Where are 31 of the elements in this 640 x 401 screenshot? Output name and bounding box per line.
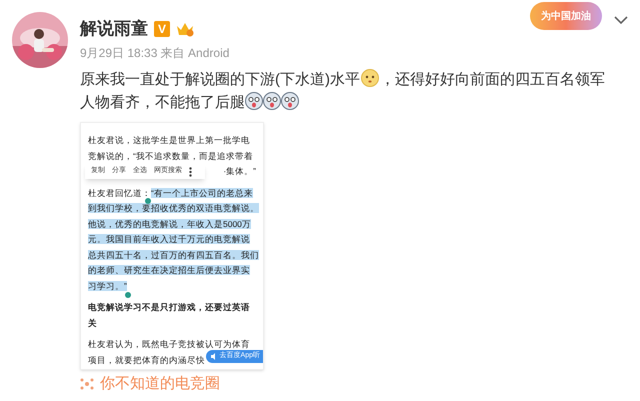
dog-face-icon [263,92,281,110]
article-text: 杜友君说，这批学生是世界上第一批学电 [88,135,250,145]
selection-handle[interactable] [145,198,151,204]
speaker-icon [210,353,218,360]
article-text: 元。我国目前年收入过千万元的电竞解说 [88,234,250,244]
sparkle-icon [80,377,94,392]
post-timestamp: 9月29日 18:33 来自 Android [80,45,230,61]
article-text: ·集体。” [223,166,256,176]
post-text: 原来我一直处于解说圈的下游(下水道)水平 ，还得好好向前面的四五百名领军人物看齐，不能拖了后腿 [80,68,606,113]
article-text: 杜友君认为，既然电子竞技被认可为体育 [88,339,250,349]
article-text: 到我们学校，要招收优秀的双语电竞解说。 [88,203,259,213]
crown-icon [176,21,194,37]
article-text: 他说，优秀的电竞解说，年收入是5000万 [88,218,251,228]
article-text: 电竞解说学习不是只打游戏，还要过英语 [88,302,250,312]
more-icon[interactable] [189,166,192,176]
banner-text: 为中国加油 [541,10,591,24]
article-text: 竞解说的，“我不追求数量，而是追求带着 [88,150,253,160]
dog-face-icon [281,92,299,110]
article-text: “有一个上市公司的老总来 [151,188,253,198]
user-name[interactable]: 解说雨童 [80,18,148,40]
article-text: 总共四五十名，过百万的有四五百名。我们 [88,250,259,260]
face-icon [361,69,379,87]
dog-face-icon [245,92,263,110]
verified-badge: V [154,21,170,37]
selection-handle[interactable] [125,292,131,298]
article-text: 关 [88,318,97,328]
article-text: 杜友君回忆道： [88,188,151,198]
article-text: 项目，就要把体育的内涵尽快 [88,354,205,364]
article-text: 的老师、研究生在决定招生后便去业界实 [88,265,250,275]
chevron-down-icon[interactable] [614,16,628,24]
article-text: 习学习。” [88,280,127,290]
